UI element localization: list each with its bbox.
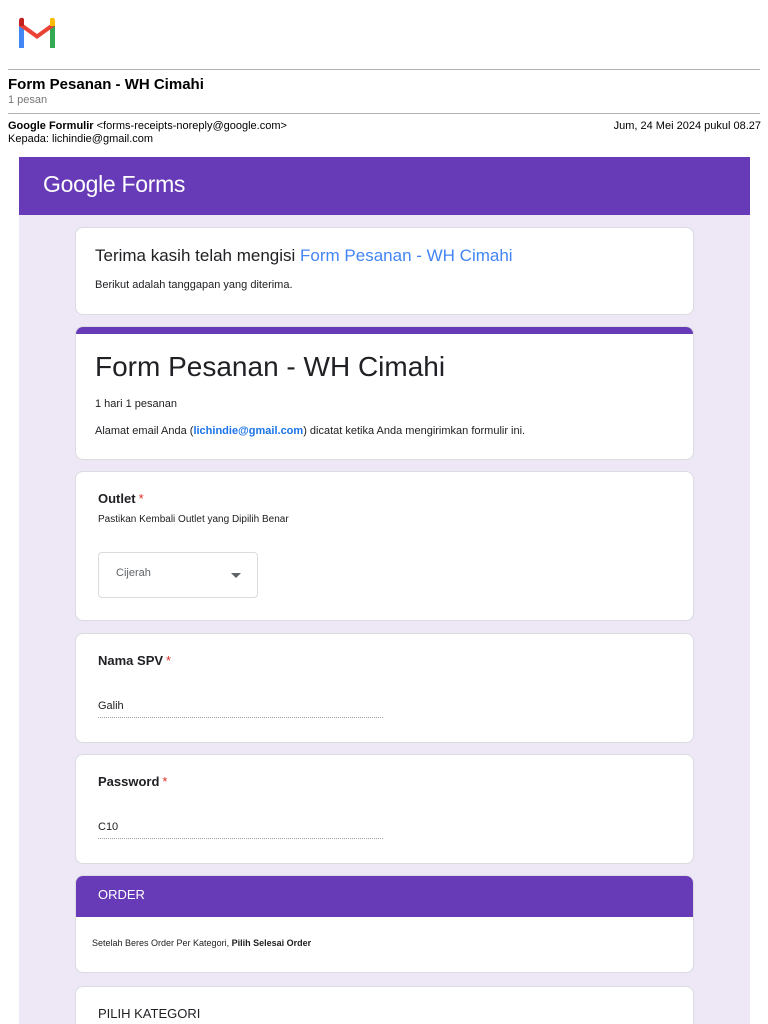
- required-mark: *: [162, 774, 168, 789]
- form-description: 1 hari 1 pesanan: [95, 398, 177, 410]
- question-spv: Nama SPV * Galih: [75, 633, 694, 743]
- divider: [8, 69, 760, 70]
- thanks-card: Terima kasih telah mengisi Form Pesanan …: [75, 227, 694, 315]
- email-notice: Alamat email Anda (lichindie@gmail.com) …: [95, 425, 526, 437]
- required-mark: *: [138, 491, 144, 506]
- question-password: Password * C10: [75, 754, 694, 864]
- email-date: Jum, 24 Mei 2024 pukul 08.27: [613, 120, 761, 132]
- password-answer-field[interactable]: C10: [98, 819, 383, 839]
- outlet-dropdown[interactable]: Cijerah: [98, 552, 258, 598]
- divider: [8, 113, 760, 114]
- answer-value: C10: [98, 821, 119, 833]
- email-subject: Form Pesanan - WH Cimahi: [8, 76, 204, 93]
- forms-receipt: Google Forms Terima kasih telah mengisi …: [19, 157, 750, 1024]
- form-link[interactable]: Form Pesanan - WH Cimahi: [300, 246, 513, 265]
- question-help: Pastikan Kembali Outlet yang Dipilih Ben…: [98, 514, 289, 525]
- pick-category-card: PILIH KATEGORI: [75, 986, 694, 1024]
- caret-down-icon: [231, 573, 241, 578]
- message-count: 1 pesan: [8, 94, 48, 106]
- question-title: Nama SPV *: [98, 653, 172, 668]
- thanks-heading: Terima kasih telah mengisi Form Pesanan …: [95, 246, 513, 265]
- required-mark: *: [166, 653, 172, 668]
- thanks-subtext: Berikut adalah tanggapan yang diterima.: [95, 279, 293, 291]
- order-section: ORDER Setelah Beres Order Per Kategori, …: [75, 875, 694, 973]
- section-title: ORDER: [98, 887, 145, 902]
- question-title: Password *: [98, 774, 168, 789]
- gmail-logo-icon: [19, 17, 55, 48]
- accent-bar: [76, 327, 693, 334]
- form-title: Form Pesanan - WH Cimahi: [95, 351, 446, 382]
- form-header-card: Form Pesanan - WH Cimahi 1 hari 1 pesana…: [75, 326, 694, 460]
- question-title: PILIH KATEGORI: [98, 1006, 201, 1021]
- email-recipient: Kepada: lichindie@gmail.com: [8, 133, 154, 145]
- sender-email: <forms-receipts-noreply@google.com>: [96, 120, 287, 132]
- email-sender: Google Formulir <forms-receipts-noreply@…: [8, 120, 287, 132]
- question-title: Outlet *: [98, 491, 144, 506]
- section-note: Setelah Beres Order Per Kategori, Pilih …: [92, 938, 312, 948]
- spv-answer-field[interactable]: Galih: [98, 698, 383, 718]
- google-forms-logo: Google Forms: [43, 171, 186, 197]
- section-band: [76, 876, 693, 917]
- answer-value: Galih: [98, 700, 124, 712]
- dropdown-value: Cijerah: [116, 567, 151, 579]
- question-outlet: Outlet * Pastikan Kembali Outlet yang Dip…: [75, 471, 694, 621]
- forms-header: Google Forms: [19, 157, 750, 215]
- sender-name: Google Formulir: [8, 120, 94, 132]
- email-link[interactable]: lichindie@gmail.com: [193, 425, 303, 437]
